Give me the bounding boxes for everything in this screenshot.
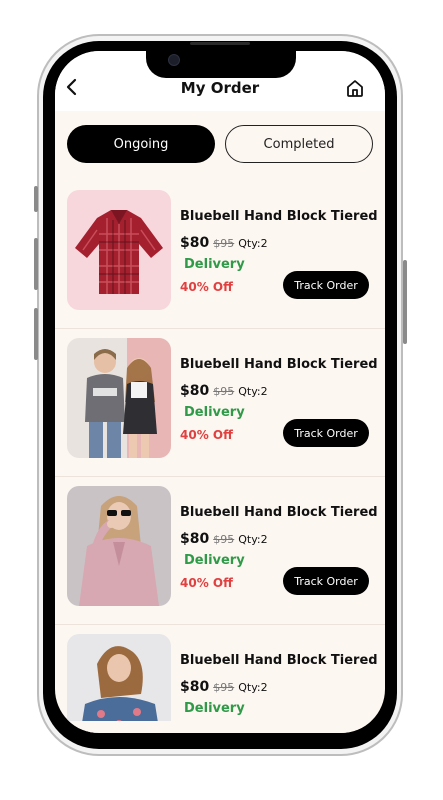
discount-label: 40% Off <box>180 428 233 442</box>
speaker-grill <box>190 42 250 45</box>
home-icon[interactable] <box>345 78 365 98</box>
product-image <box>67 634 171 733</box>
mute-switch <box>34 186 38 212</box>
price-row: $80 $95 Qty:2 <box>180 676 268 695</box>
screen-bottom-edge <box>55 721 385 733</box>
tab-completed[interactable]: Completed <box>225 125 373 163</box>
price-row: $80 $95 Qty:2 <box>180 528 268 547</box>
original-price: $95 <box>213 385 235 398</box>
qty-label: Qty: <box>238 681 261 694</box>
discount-label: 40% Off <box>180 280 233 294</box>
power-button <box>403 260 407 344</box>
product-name: Bluebell Hand Block Tiered <box>180 357 378 372</box>
qty-value: 2 <box>260 681 268 694</box>
product-name: Bluebell Hand Block Tiered <box>180 505 378 520</box>
product-image <box>67 486 171 606</box>
product-name: Bluebell Hand Block Tiered <box>180 209 378 224</box>
price-row: $80 $95 Qty:2 <box>180 380 268 399</box>
order-status: Delivery <box>184 405 245 420</box>
app-screen: My Order Ongoing Completed Bluebell Hand… <box>55 51 385 733</box>
volume-up-button <box>34 238 38 290</box>
price: $80 <box>180 383 210 399</box>
qty-label: Qty: <box>238 533 261 546</box>
price: $80 <box>180 531 210 547</box>
order-item[interactable]: Bluebell Hand Block Tiered $80 $95 Qty:2… <box>55 625 385 733</box>
price: $80 <box>180 679 210 695</box>
volume-down-button <box>34 308 38 360</box>
track-order-button[interactable]: Track Order <box>283 567 369 595</box>
order-status: Delivery <box>184 701 245 716</box>
product-image <box>67 338 171 458</box>
qty-value: 2 <box>260 385 268 398</box>
price-row: $80 $95 Qty:2 <box>180 232 268 251</box>
price: $80 <box>180 235 210 251</box>
order-item[interactable]: Bluebell Hand Block Tiered $80 $95 Qty:2… <box>55 181 385 329</box>
order-item[interactable]: Bluebell Hand Block Tiered $80 $95 Qty:2… <box>55 329 385 477</box>
product-image <box>67 190 171 310</box>
discount-label: 40% Off <box>180 576 233 590</box>
front-camera <box>168 54 180 66</box>
qty-label: Qty: <box>238 385 261 398</box>
product-name: Bluebell Hand Block Tiered <box>180 653 378 668</box>
order-status: Delivery <box>184 257 245 272</box>
qty-value: 2 <box>260 237 268 250</box>
track-order-button[interactable]: Track Order <box>283 271 369 299</box>
original-price: $95 <box>213 681 235 694</box>
phone-notch <box>146 50 296 78</box>
page-title: My Order <box>180 79 260 97</box>
order-list: Bluebell Hand Block Tiered $80 $95 Qty:2… <box>55 181 385 733</box>
tab-ongoing[interactable]: Ongoing <box>67 125 215 163</box>
original-price: $95 <box>213 237 235 250</box>
original-price: $95 <box>213 533 235 546</box>
track-order-button[interactable]: Track Order <box>283 419 369 447</box>
qty-label: Qty: <box>238 237 261 250</box>
qty-value: 2 <box>260 533 268 546</box>
order-status: Delivery <box>184 553 245 568</box>
order-item[interactable]: Bluebell Hand Block Tiered $80 $95 Qty:2… <box>55 477 385 625</box>
